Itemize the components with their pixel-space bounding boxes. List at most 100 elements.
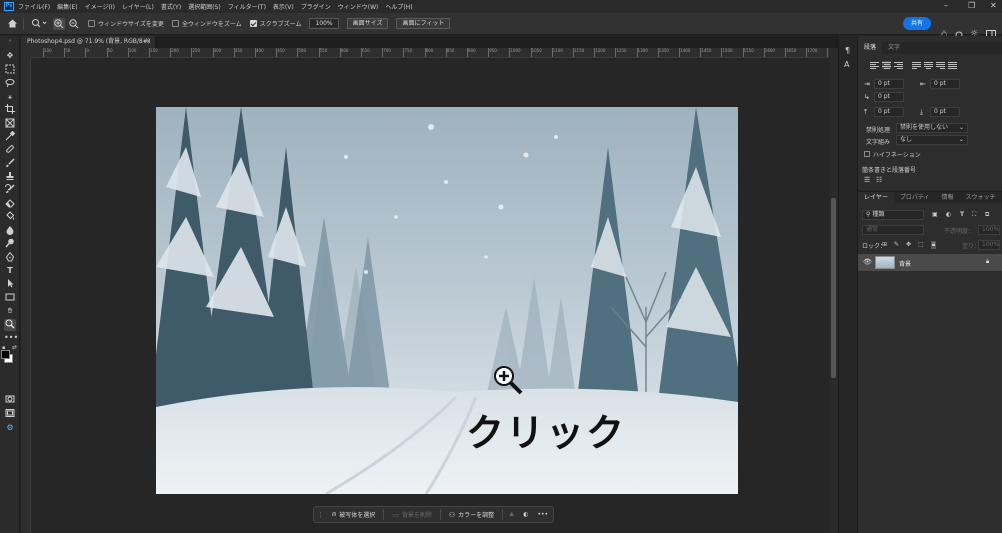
- lock-all-icon[interactable]: 🔒︎: [931, 241, 937, 249]
- layer-row-background[interactable]: 👁︎ 背景 🔒︎: [858, 254, 1002, 271]
- indent-left-field[interactable]: 0 pt: [874, 79, 904, 89]
- healing-brush-tool-icon[interactable]: [4, 144, 16, 156]
- zoom-tool-icon[interactable]: [4, 319, 16, 331]
- checkbox-box[interactable]: [171, 20, 179, 27]
- bulleted-list-icon[interactable]: ☰: [864, 176, 870, 184]
- scrollbar-thumb[interactable]: [831, 198, 836, 378]
- zoom-percent-field[interactable]: 100%: [309, 18, 339, 29]
- zoom-in-icon[interactable]: [53, 17, 65, 30]
- home-icon[interactable]: [6, 18, 18, 30]
- foreground-color-swatch[interactable]: [1, 350, 10, 359]
- lock-transparent-icon[interactable]: ⊞: [882, 241, 887, 248]
- eye-visibility-icon[interactable]: 👁︎: [863, 258, 872, 266]
- scrubby-zoom-checkbox[interactable]: スクラブズーム: [249, 19, 301, 28]
- filter-type-icon[interactable]: T: [960, 211, 964, 218]
- lock-artboard-icon[interactable]: ⬚: [918, 241, 924, 248]
- opacity-field[interactable]: 100%: [978, 225, 1000, 235]
- menu-select[interactable]: 選択範囲(S): [188, 2, 221, 11]
- document-tab[interactable]: Photoshop4.psd @ 71.9% (背景, RGB/8#) ×: [21, 36, 156, 48]
- checkbox-box-checked[interactable]: [249, 20, 257, 27]
- history-brush-tool-icon[interactable]: [4, 184, 16, 196]
- blur-tool-icon[interactable]: [4, 225, 16, 237]
- toolbar-collapse-icon[interactable]: »: [4, 38, 16, 50]
- mojikumi-select[interactable]: なし ⌄: [896, 135, 968, 145]
- fill-screen-button[interactable]: 画面にフィット: [396, 18, 451, 29]
- filter-smart-object-icon[interactable]: ⧉: [985, 211, 989, 219]
- zoom-out-icon[interactable]: [68, 18, 80, 30]
- hyphenation-checkbox[interactable]: [864, 151, 870, 157]
- tab-properties[interactable]: プロパティ: [894, 192, 936, 203]
- pen-tool-icon[interactable]: [4, 251, 16, 264]
- rectangle-tool-icon[interactable]: [4, 292, 16, 304]
- kinsoku-select[interactable]: 禁則を使用しない ⌄: [896, 123, 968, 133]
- share-button[interactable]: 共有: [903, 17, 931, 30]
- tab-layers[interactable]: レイヤー: [858, 192, 894, 203]
- photoshop-logo-icon[interactable]: Ps: [4, 2, 14, 11]
- type-tool-icon[interactable]: T: [4, 265, 16, 277]
- justify-last-left-icon[interactable]: [912, 61, 921, 69]
- fit-screen-button[interactable]: 画面サイズ: [346, 18, 389, 29]
- fill-field[interactable]: 100%: [978, 240, 1000, 250]
- restore-icon[interactable]: ❐: [968, 1, 975, 10]
- menu-help[interactable]: ヘルプ(H): [385, 2, 412, 11]
- magic-wand-tool-icon[interactable]: ⚹: [4, 91, 16, 103]
- adjustment-layer-button[interactable]: ◐: [520, 508, 531, 521]
- swap-colors-icon[interactable]: ⇄: [12, 344, 17, 351]
- quick-mask-icon[interactable]: [4, 394, 16, 406]
- close-window-icon[interactable]: ✕: [990, 1, 997, 10]
- filter-adjustment-icon[interactable]: ◐: [946, 211, 951, 218]
- generate-image-button[interactable]: ⛰: [506, 508, 517, 521]
- lock-move-icon[interactable]: ✥: [906, 241, 911, 248]
- filter-pixel-icon[interactable]: ▣: [932, 211, 938, 218]
- more-options-button[interactable]: •••: [534, 508, 551, 521]
- move-tool-icon[interactable]: ✥: [4, 50, 16, 62]
- menu-type[interactable]: 書式(Y): [161, 2, 181, 11]
- zoom-tool-preset-icon[interactable]: [31, 18, 47, 30]
- align-center-icon[interactable]: [882, 61, 891, 69]
- paint-bucket-tool-icon[interactable]: [4, 211, 16, 223]
- blend-mode-select[interactable]: 通常: [862, 225, 924, 235]
- hand-tool-icon[interactable]: ✋︎: [4, 305, 16, 317]
- vertical-ruler[interactable]: [21, 58, 31, 533]
- justify-last-center-icon[interactable]: [924, 61, 933, 69]
- screen-mode-icon[interactable]: [4, 408, 16, 420]
- align-right-icon[interactable]: [894, 61, 903, 69]
- frame-tool-icon[interactable]: [4, 118, 16, 130]
- menu-file[interactable]: ファイル(F): [18, 2, 50, 11]
- document-image[interactable]: [156, 107, 738, 494]
- brush-tool-icon[interactable]: [4, 158, 16, 170]
- vertical-scrollbar[interactable]: [829, 48, 838, 533]
- marquee-tool-icon[interactable]: [4, 64, 16, 76]
- menu-edit[interactable]: 編集(E): [57, 2, 77, 11]
- menu-image[interactable]: イメージ(I): [85, 2, 115, 11]
- crop-tool-icon[interactable]: [4, 104, 16, 116]
- resize-windows-checkbox[interactable]: ウィンドウサイズを変更: [88, 19, 164, 28]
- tab-info[interactable]: 情報: [935, 192, 959, 203]
- paragraph-panel-icon[interactable]: ¶: [845, 46, 850, 55]
- generative-fill-icon[interactable]: ⚙︎: [4, 422, 16, 434]
- drag-handle-icon[interactable]: ⋮: [317, 511, 324, 519]
- ruler-origin[interactable]: [21, 48, 31, 58]
- path-selection-tool-icon[interactable]: [4, 278, 16, 290]
- space-after-field[interactable]: 0 pt: [930, 107, 960, 117]
- filter-shape-icon[interactable]: ⛶: [972, 211, 976, 219]
- justify-all-icon[interactable]: [948, 61, 957, 69]
- checkbox-box[interactable]: [88, 20, 95, 27]
- menu-layer[interactable]: レイヤー(L): [122, 2, 154, 11]
- space-before-field[interactable]: 0 pt: [874, 107, 904, 117]
- indent-first-line-field[interactable]: 0 pt: [874, 92, 904, 102]
- tab-swatches[interactable]: スウォッチ: [959, 192, 1001, 203]
- horizontal-ruler[interactable]: 100 50 0 50 100 150 200 250 300 350 400 450 500 550 60…: [31, 48, 838, 58]
- indent-right-field[interactable]: 0 pt: [930, 79, 960, 89]
- character-panel-icon[interactable]: A: [844, 60, 849, 69]
- remove-background-button[interactable]: ▭ 背景を削除: [387, 508, 437, 521]
- minimize-icon[interactable]: –: [944, 1, 948, 10]
- layer-filter-select[interactable]: ⚲ 種類: [862, 210, 924, 220]
- select-subject-button[interactable]: ⍝ 被写体を選択: [327, 508, 380, 521]
- dodge-tool-icon[interactable]: [4, 238, 16, 250]
- lasso-tool-icon[interactable]: [4, 78, 16, 90]
- zoom-all-windows-checkbox[interactable]: 全ウィンドウをズーム: [171, 19, 242, 28]
- close-tab-icon[interactable]: ×: [146, 36, 151, 48]
- eraser-tool-icon[interactable]: [4, 198, 16, 210]
- justify-last-right-icon[interactable]: [936, 61, 945, 69]
